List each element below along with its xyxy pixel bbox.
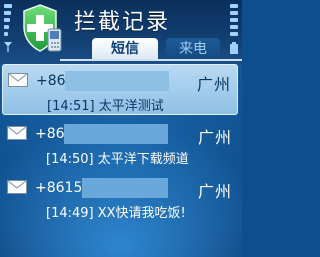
sender-location: 广州	[197, 128, 232, 147]
tab-sms[interactable]: 短信	[92, 38, 158, 60]
battery-icon	[230, 4, 238, 60]
envelope-icon	[8, 73, 28, 87]
redacted-number	[64, 124, 168, 144]
sender-number: +86	[36, 73, 66, 89]
tab-underline	[60, 59, 242, 61]
sender-location: 广州	[196, 75, 231, 94]
sender-number: +86	[35, 126, 65, 142]
tab-calls[interactable]: 来电	[166, 38, 220, 60]
page-title: 拦截记录	[74, 10, 171, 35]
message-preview: [14:50] 太平洋下载频道	[46, 152, 189, 167]
list-item[interactable]: +86 广州 [14:50] 太平洋下载频道	[2, 118, 238, 169]
header: 拦截记录 短信 来电	[0, 0, 242, 64]
message-preview: [14:49] XX快请我吃饭!	[46, 206, 186, 221]
shield-phone-icon	[20, 3, 64, 55]
redacted-number	[65, 71, 169, 91]
sender-location: 广州	[197, 182, 232, 201]
list-item[interactable]: +86 广州 [14:51] 太平洋测试	[2, 64, 238, 115]
redacted-number	[82, 178, 168, 198]
message-preview: [14:51] 太平洋测试	[47, 99, 164, 114]
envelope-icon	[7, 180, 27, 194]
list-item[interactable]: +8615 广州 [14:49] XX快请我吃饭!	[2, 172, 238, 223]
sender-number: +8615	[35, 180, 83, 196]
envelope-icon	[7, 126, 27, 140]
signal-strength-icon	[4, 4, 12, 60]
